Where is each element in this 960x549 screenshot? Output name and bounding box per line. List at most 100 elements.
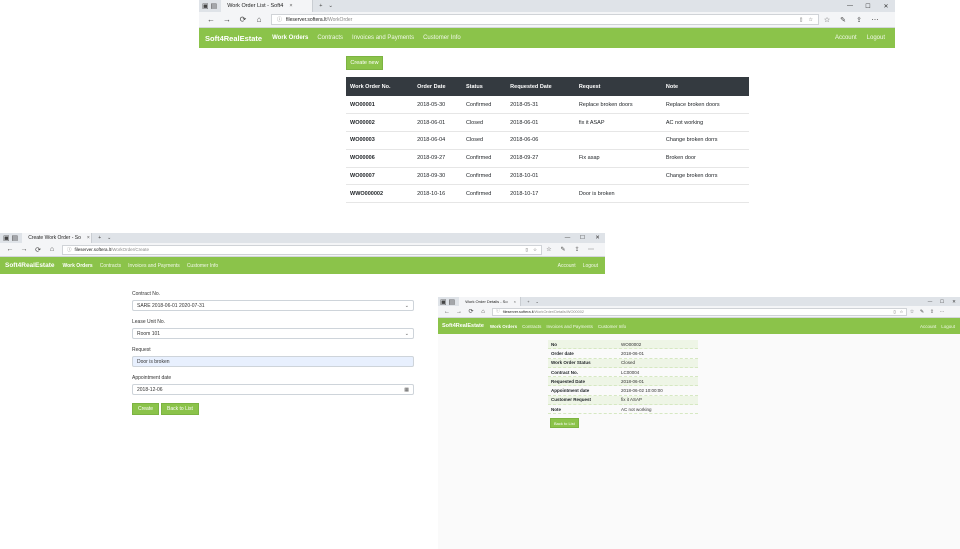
tab-actions-icon[interactable]: ▣ ▤ (202, 2, 217, 10)
tab-actions-icon[interactable]: ▣ ▤ (3, 234, 18, 242)
chevron-down-icon[interactable]: ⌄ (328, 3, 333, 9)
share-icon[interactable]: ⇪ (851, 16, 867, 24)
tab-close-icon[interactable]: × (514, 299, 516, 304)
chevron-down-icon[interactable]: ⌄ (536, 299, 539, 304)
forward-icon[interactable]: → (17, 246, 31, 253)
table-row[interactable]: WO00007 2018-09-30 Confirmed 2018-10-01 … (346, 167, 749, 186)
nav-work-orders[interactable]: Work Orders (490, 324, 517, 329)
nav-customer-info[interactable]: Customer Info (598, 324, 626, 329)
maximize-icon[interactable]: ☐ (859, 0, 877, 12)
table-row[interactable]: WWO000002 2018-10-16 Confirmed 2018-10-1… (346, 184, 749, 204)
browser-tab[interactable]: Create Work Order - So × (22, 233, 93, 243)
detail-value: AC not working (621, 406, 652, 412)
favorite-star-icon[interactable]: ☆ (809, 17, 813, 23)
table-row[interactable]: WO00006 2018-09-27 Confirmed 2018-09-27 … (346, 149, 749, 168)
favorites-icon[interactable]: ☆ (819, 16, 835, 24)
notes-icon[interactable]: ✎ (556, 246, 570, 253)
nav-logout[interactable]: Logout (583, 263, 598, 269)
nav-invoices[interactable]: Invoices and Payments (352, 35, 414, 41)
work-order-details-window: ▣ ▤ Work Order Details - So × + ⌄ — ☐ ✕ … (438, 297, 960, 549)
new-tab-icon[interactable]: + (319, 3, 322, 9)
maximize-icon[interactable]: ☐ (936, 297, 948, 306)
minimize-icon[interactable]: — (841, 0, 859, 12)
favorites-icon[interactable]: ☆ (907, 309, 917, 315)
table-row[interactable]: WO00003 2018-06-04 Closed 2018-06-06 Cha… (346, 131, 749, 150)
minimize-icon[interactable]: — (924, 297, 936, 306)
create-new-button[interactable]: Create new (346, 56, 383, 70)
nav-contracts[interactable]: Contracts (100, 263, 121, 269)
tab-close-icon[interactable]: × (289, 3, 292, 9)
appointment-date-input[interactable]: 2018-12-06 ▦ (132, 384, 414, 395)
maximize-icon[interactable]: ☐ (575, 233, 590, 243)
forward-icon[interactable]: → (453, 309, 465, 315)
reading-view-icon[interactable]: ▯ (525, 247, 527, 253)
back-icon[interactable]: ← (441, 309, 453, 315)
nav-customer-info[interactable]: Customer Info (187, 263, 218, 269)
refresh-icon[interactable]: ⟳ (465, 308, 477, 315)
nav-invoices[interactable]: Invoices and Payments (128, 263, 180, 269)
back-to-list-button[interactable]: Back to List (161, 403, 199, 415)
close-icon[interactable]: ✕ (948, 297, 960, 306)
share-icon[interactable]: ⇪ (570, 246, 584, 253)
col-status: Status (461, 77, 507, 96)
notes-icon[interactable]: ✎ (835, 16, 851, 24)
back-icon[interactable]: ← (3, 246, 17, 253)
chevron-down-icon[interactable]: ⌄ (107, 235, 111, 241)
more-icon[interactable]: ⋯ (937, 309, 947, 315)
tab-actions-icon[interactable]: ▣ ▤ (440, 298, 455, 306)
nav-account[interactable]: Account (920, 324, 936, 329)
table-row[interactable]: WO00002 2018-06-01 Closed 2018-06-01 fix… (346, 113, 749, 133)
tab-close-icon[interactable]: × (87, 235, 90, 241)
detail-label: Customer Request (551, 397, 592, 403)
nav-invoices[interactable]: Invoices and Payments (546, 324, 593, 329)
url-field[interactable]: ⓘ fileserver.softera.lt/WorkOrder ▯ ☆ (271, 14, 819, 25)
close-icon[interactable]: ✕ (590, 233, 605, 243)
nav-account[interactable]: Account (558, 263, 576, 269)
contract-select[interactable]: SARE 2018-06-01 2020-07-31 ⌄ (132, 300, 414, 311)
forward-icon[interactable]: → (219, 15, 235, 24)
more-icon[interactable]: ⋯ (867, 16, 883, 24)
minimize-icon[interactable]: — (560, 233, 575, 243)
brand-link[interactable]: Soft4RealEstate (442, 323, 484, 329)
favorite-star-icon[interactable]: ☆ (900, 309, 903, 314)
lease-unit-select[interactable]: Room 101 ⌄ (132, 328, 414, 339)
favorites-icon[interactable]: ☆ (542, 246, 556, 253)
nav-contracts[interactable]: Contracts (522, 324, 541, 329)
home-icon[interactable]: ⌂ (45, 246, 59, 253)
brand-link[interactable]: Soft4RealEstate (5, 262, 55, 269)
home-icon[interactable]: ⌂ (251, 15, 267, 24)
reading-view-icon[interactable]: ▯ (800, 17, 803, 23)
request-input[interactable]: Door is broken (132, 356, 414, 367)
home-icon[interactable]: ⌂ (477, 309, 489, 315)
new-tab-icon[interactable]: + (98, 235, 101, 241)
refresh-icon[interactable]: ⟳ (235, 15, 251, 24)
nav-logout[interactable]: Logout (941, 324, 955, 329)
reading-view-icon[interactable]: ▯ (894, 309, 896, 314)
nav-account[interactable]: Account (835, 35, 857, 41)
nav-customer-info[interactable]: Customer Info (423, 35, 461, 41)
back-to-list-button[interactable]: Back to List (550, 418, 579, 428)
url-field[interactable]: ⓘ fileserver.softera.lt/WorkOrder/Detail… (492, 307, 907, 316)
brand-link[interactable]: Soft4RealEstate (205, 34, 262, 43)
info-icon: ⓘ (496, 309, 500, 313)
info-icon: ⓘ (277, 17, 283, 23)
detail-label: Order date (551, 350, 574, 356)
refresh-icon[interactable]: ⟳ (31, 246, 45, 254)
back-icon[interactable]: ← (203, 15, 219, 24)
create-button[interactable]: Create (132, 403, 160, 415)
notes-icon[interactable]: ✎ (917, 309, 927, 315)
nav-work-orders[interactable]: Work Orders (272, 35, 308, 41)
nav-work-orders[interactable]: Work Orders (63, 263, 93, 269)
close-icon[interactable]: ✕ (877, 0, 895, 12)
table-row[interactable]: WO00001 2018-05-30 Confirmed 2018-05-31 … (346, 96, 749, 115)
more-icon[interactable]: ⋯ (584, 246, 598, 253)
nav-contracts[interactable]: Contracts (317, 35, 343, 41)
browser-tab[interactable]: Work Order List - Soft4 × (221, 0, 314, 12)
browser-tab[interactable]: Work Order Details - So × (459, 297, 522, 306)
new-tab-icon[interactable]: + (527, 299, 529, 304)
calendar-icon[interactable]: ▦ (404, 387, 409, 393)
share-icon[interactable]: ⇪ (927, 309, 937, 315)
favorite-star-icon[interactable]: ☆ (533, 247, 537, 253)
url-field[interactable]: ⓘ fileserver.softera.lt/WorkOrder/Create… (62, 244, 542, 255)
nav-logout[interactable]: Logout (867, 35, 885, 41)
